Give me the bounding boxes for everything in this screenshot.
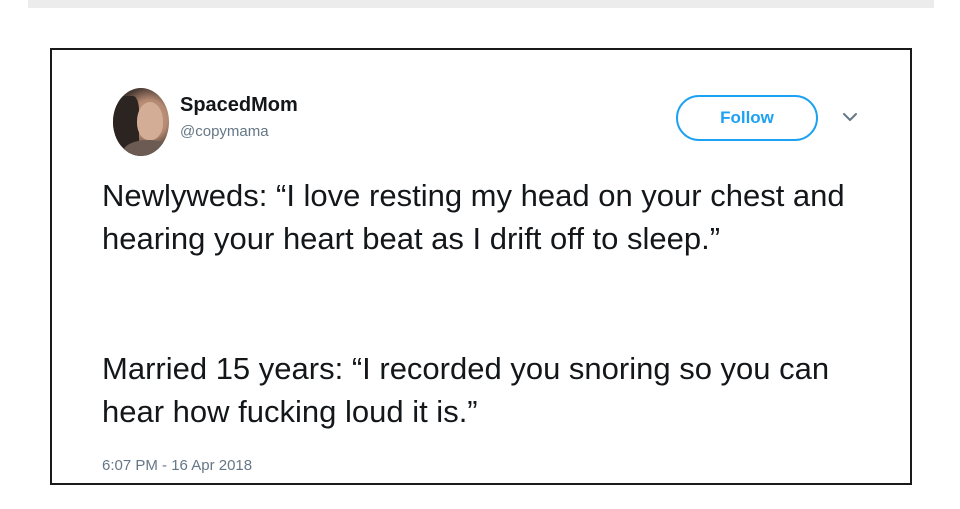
tweet-timestamp[interactable]: 6:07 PM - 16 Apr 2018 xyxy=(102,457,252,474)
chevron-down-icon[interactable] xyxy=(841,110,859,124)
user-handle[interactable]: @copymama xyxy=(180,123,269,140)
avatar[interactable] xyxy=(113,88,169,156)
tweet-text-paragraph-1: Newlyweds: “I love resting my head on yo… xyxy=(102,178,845,256)
display-name[interactable]: SpacedMom xyxy=(180,94,298,117)
tweet-card: SpacedMom @copymama Follow Newlyweds: “I… xyxy=(50,48,912,485)
follow-button[interactable]: Follow xyxy=(676,95,818,141)
tweet-text-paragraph-2: Married 15 years: “I recorded you snorin… xyxy=(102,351,830,429)
top-divider-strip xyxy=(28,0,934,8)
